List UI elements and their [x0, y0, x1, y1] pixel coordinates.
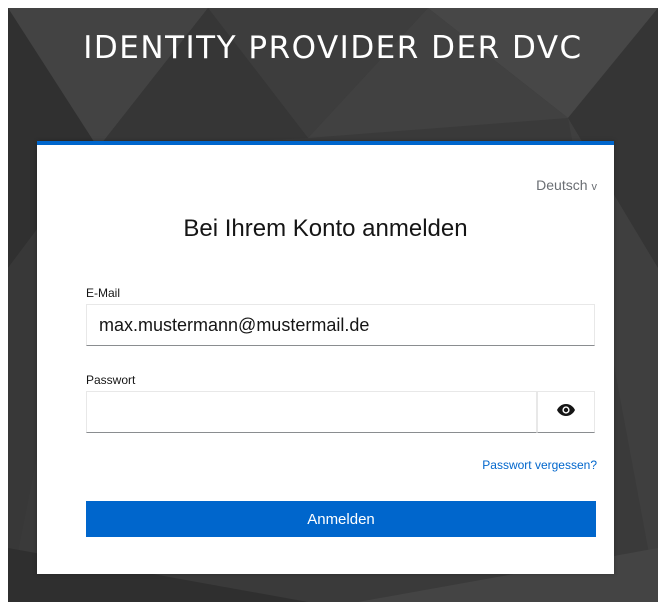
forgot-password-link[interactable]: Passwort vergessen?	[482, 458, 597, 472]
language-selector[interactable]: Deutsch v	[536, 177, 597, 193]
eye-icon	[557, 403, 575, 421]
login-page: IDENTITY PROVIDER DER DVC Deutsch v Bei I…	[0, 0, 665, 602]
password-field[interactable]	[86, 391, 537, 433]
login-title: Bei Ihrem Konto anmelden	[183, 215, 468, 242]
show-password-button[interactable]	[537, 391, 595, 433]
email-field[interactable]	[86, 304, 595, 346]
password-label: Passwort	[86, 373, 136, 387]
email-label: E-Mail	[86, 286, 121, 300]
chevron-down-icon: v	[591, 181, 598, 193]
login-card: Deutsch v Bei Ihrem Konto anmelden E-Mail…	[37, 141, 614, 574]
password-group	[86, 391, 595, 433]
page-header-title: IDENTITY PROVIDER DER DVC	[83, 30, 583, 66]
login-button[interactable]: Anmelden	[86, 501, 596, 537]
language-label: Deutsch	[536, 177, 588, 193]
